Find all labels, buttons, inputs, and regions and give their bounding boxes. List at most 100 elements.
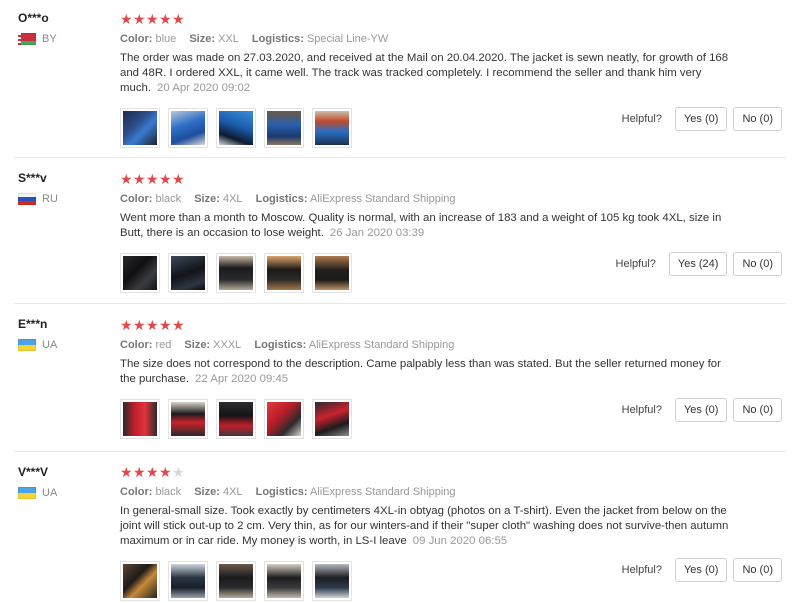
photo-thumbnail[interactable] xyxy=(216,108,256,148)
buyer-info: E***n UA xyxy=(18,317,108,351)
photo-image xyxy=(123,256,157,290)
no-button[interactable]: No (0) xyxy=(733,398,782,422)
photo-thumbnail[interactable] xyxy=(312,253,352,293)
color-value: blue xyxy=(155,33,177,45)
photo-image xyxy=(123,111,157,145)
photo-image xyxy=(315,402,349,436)
review-item: V***V UA ★ ★ ★ ★ ★ Color: black Size: 4XL Lo… xyxy=(14,452,786,602)
photo-thumbnail[interactable] xyxy=(312,108,352,148)
color-label: Color: xyxy=(120,33,153,45)
star-icon: ★ xyxy=(159,464,172,480)
no-button[interactable]: No (0) xyxy=(733,558,782,582)
order-attributes: Color: black Size: 4XL Logistics: AliExp… xyxy=(120,486,730,498)
photo-thumbnail[interactable] xyxy=(216,561,256,601)
photo-thumbnail[interactable] xyxy=(120,108,160,148)
star-rating: ★ ★ ★ ★ ★ xyxy=(120,12,730,26)
photo-thumbnail[interactable] xyxy=(216,399,256,439)
color-label: Color: xyxy=(120,486,153,498)
review-date: 22 Apr 2020 09:45 xyxy=(195,373,289,385)
photo-thumbnail[interactable] xyxy=(168,253,208,293)
review-item: O***o BY ★ ★ ★ ★ ★ Color: blue Size: XXL Log… xyxy=(14,0,786,158)
color-value: black xyxy=(155,486,182,498)
helpful-vote: Helpful? Yes (0) No (0) xyxy=(622,398,782,422)
review-date: 26 Jan 2020 03:39 xyxy=(329,227,425,239)
flag-icon xyxy=(18,487,36,499)
photo-thumbnail[interactable] xyxy=(120,253,160,293)
photo-thumbnail[interactable] xyxy=(168,399,208,439)
logistics-value: AliExpress Standard Shipping xyxy=(310,486,456,498)
helpful-vote: Helpful? Yes (0) No (0) xyxy=(622,558,782,582)
review-item: S***v RU ★ ★ ★ ★ ★ Color: black Size: 4XL Lo… xyxy=(14,158,786,304)
helpful-vote: Helpful? Yes (0) No (0) xyxy=(622,107,782,131)
photo-image xyxy=(219,111,253,145)
photo-image xyxy=(171,402,205,436)
star-rating: ★ ★ ★ ★ ★ xyxy=(120,172,730,186)
photo-thumbnail[interactable] xyxy=(312,399,352,439)
country-code: UA xyxy=(42,487,58,499)
yes-button[interactable]: Yes (0) xyxy=(674,107,728,131)
photo-thumbnail[interactable] xyxy=(168,108,208,148)
feedback-list: O***o BY ★ ★ ★ ★ ★ Color: blue Size: XXL Log… xyxy=(0,0,800,603)
logistics-label: Logistics: xyxy=(255,486,308,498)
photo-thumbnail[interactable] xyxy=(216,253,256,293)
photo-image xyxy=(171,564,205,598)
star-rating: ★ ★ ★ ★ ★ xyxy=(120,318,730,332)
size-label: Size: xyxy=(194,193,220,205)
logistics-label: Logistics: xyxy=(255,193,308,205)
star-icon: ★ xyxy=(159,11,172,27)
helpful-label: Helpful? xyxy=(615,258,656,270)
order-attributes: Color: red Size: XXXL Logistics: AliExpr… xyxy=(120,339,730,351)
photo-thumbnail[interactable] xyxy=(120,561,160,601)
star-icon: ★ xyxy=(120,317,133,333)
photo-thumbnail[interactable] xyxy=(264,108,304,148)
yes-button[interactable]: Yes (0) xyxy=(674,558,728,582)
photo-thumbnail[interactable] xyxy=(264,399,304,439)
review-date: 20 Apr 2020 09:02 xyxy=(157,82,251,94)
yes-button[interactable]: Yes (24) xyxy=(668,252,728,276)
star-icon: ★ xyxy=(172,464,185,480)
size-value: 4XL xyxy=(222,193,243,205)
photo-thumbnail[interactable] xyxy=(168,561,208,601)
logistics-value: AliExpress Standard Shipping xyxy=(310,193,456,205)
buyer-info: V***V UA xyxy=(18,465,108,499)
photo-thumbnail[interactable] xyxy=(312,561,352,601)
star-icon: ★ xyxy=(172,317,185,333)
color-label: Color: xyxy=(120,339,153,351)
logistics-label: Logistics: xyxy=(254,339,307,351)
size-value: XXXL xyxy=(213,339,242,351)
photo-thumbnail[interactable] xyxy=(120,399,160,439)
star-rating: ★ ★ ★ ★ ★ xyxy=(120,465,730,479)
star-icon: ★ xyxy=(146,464,159,480)
size-label: Size: xyxy=(184,339,211,351)
size-value: XXL xyxy=(218,33,239,45)
photo-image xyxy=(123,402,157,436)
no-button[interactable]: No (0) xyxy=(733,252,782,276)
buyer-info: S***v RU xyxy=(18,171,108,205)
no-button[interactable]: No (0) xyxy=(733,107,782,131)
buyer-name: S***v xyxy=(18,171,47,185)
buyer-country: BY xyxy=(18,33,108,45)
yes-button[interactable]: Yes (0) xyxy=(674,398,728,422)
photo-image xyxy=(315,256,349,290)
photo-thumbnail[interactable] xyxy=(264,253,304,293)
photo-image xyxy=(267,111,301,145)
buyer-country: UA xyxy=(18,487,108,499)
photo-image xyxy=(219,402,253,436)
color-label: Color: xyxy=(120,193,153,205)
photo-image xyxy=(219,564,253,598)
country-code: RU xyxy=(42,193,58,205)
photo-image xyxy=(219,256,253,290)
star-icon: ★ xyxy=(120,171,133,187)
size-label: Size: xyxy=(194,486,220,498)
star-icon: ★ xyxy=(159,317,172,333)
helpful-label: Helpful? xyxy=(621,404,662,416)
color-value: black xyxy=(155,193,182,205)
helpful-label: Helpful? xyxy=(621,564,662,576)
review-text: The size does not correspond to the desc… xyxy=(120,357,730,387)
photo-image xyxy=(171,256,205,290)
photo-image xyxy=(315,564,349,598)
photo-thumbnail[interactable] xyxy=(264,561,304,601)
order-attributes: Color: black Size: 4XL Logistics: AliExp… xyxy=(120,193,730,205)
order-attributes: Color: blue Size: XXL Logistics: Special… xyxy=(120,33,730,45)
photo-image xyxy=(267,256,301,290)
